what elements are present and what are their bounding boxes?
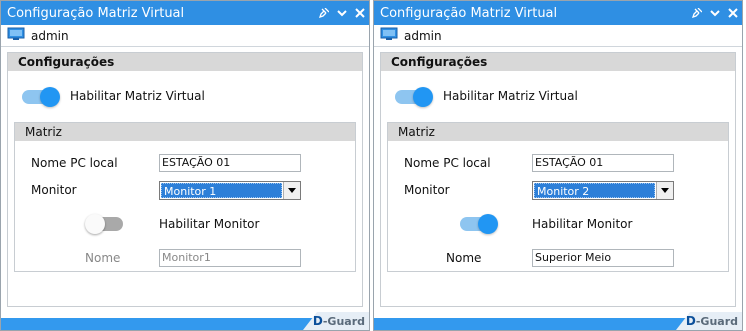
monitor-selected-value: Monitor 2 [534, 183, 655, 198]
chevron-down-icon[interactable] [706, 1, 724, 25]
monitor-label: Monitor [404, 183, 450, 197]
config-window-right: Configuração Matriz Virtual admin Config… [373, 0, 743, 331]
matriz-title: Matriz [15, 123, 355, 141]
close-icon[interactable] [724, 1, 742, 25]
pin-icon[interactable] [315, 1, 333, 25]
monitor-user-icon [380, 27, 398, 44]
enable-matrix-row: Habilitar Matriz Virtual [395, 87, 578, 107]
enable-matrix-label: Habilitar Matriz Virtual [70, 89, 205, 103]
window-title: Configuração Matriz Virtual [380, 5, 558, 21]
enable-monitor-label: Habilitar Monitor [159, 217, 260, 231]
monitor-label: Monitor [31, 183, 77, 197]
pc-name-input[interactable]: ESTAÇÃO 01 [532, 154, 674, 172]
window-title: Configuração Matriz Virtual [7, 5, 185, 21]
matriz-group: Matriz Nome PC local ESTAÇÃO 01 Monitor … [387, 122, 729, 272]
monitor-selected-value: Monitor 1 [161, 183, 282, 198]
settings-panel: Configurações Habilitar Matriz Virtual M… [7, 52, 363, 307]
footer: D -Guard [1, 312, 369, 330]
name-input: Monitor1 [159, 249, 301, 267]
pin-icon[interactable] [688, 1, 706, 25]
dguard-logo: D -Guard [303, 312, 369, 330]
name-label: Nome [85, 251, 121, 265]
logo-guard: -Guard [322, 314, 365, 328]
monitor-user-icon [7, 27, 25, 44]
pc-name-input[interactable]: ESTAÇÃO 01 [159, 154, 301, 172]
dropdown-arrow-icon[interactable] [283, 182, 300, 199]
user-bar: admin [1, 25, 369, 47]
pc-name-label: Nome PC local [404, 156, 491, 170]
window-titlebar: Configuração Matriz Virtual [1, 1, 369, 25]
monitor-select[interactable]: Monitor 1 [159, 181, 301, 200]
settings-panel: Configurações Habilitar Matriz Virtual M… [380, 52, 736, 307]
user-bar: admin [374, 25, 742, 47]
enable-monitor-label: Habilitar Monitor [532, 217, 633, 231]
dguard-logo: D -Guard [676, 312, 742, 330]
logo-d: D [685, 314, 696, 328]
enable-matrix-row: Habilitar Matriz Virtual [22, 87, 205, 107]
pc-name-label: Nome PC local [31, 156, 118, 170]
enable-matrix-toggle[interactable] [395, 87, 435, 107]
matriz-title: Matriz [388, 123, 728, 141]
logo-guard: -Guard [695, 314, 738, 328]
monitor-select[interactable]: Monitor 2 [532, 181, 674, 200]
section-title: Configurações [381, 53, 735, 71]
config-window-left: Configuração Matriz Virtual admin Config… [0, 0, 370, 331]
logo-d: D [312, 314, 323, 328]
name-label: Nome [446, 251, 482, 265]
name-input[interactable]: Superior Meio [532, 249, 674, 267]
footer: D -Guard [374, 312, 742, 330]
enable-monitor-toggle[interactable] [460, 214, 500, 234]
enable-matrix-label: Habilitar Matriz Virtual [443, 89, 578, 103]
window-titlebar: Configuração Matriz Virtual [374, 1, 742, 25]
close-icon[interactable] [351, 1, 369, 25]
matriz-group: Matriz Nome PC local ESTAÇÃO 01 Monitor … [14, 122, 356, 272]
enable-monitor-toggle[interactable] [85, 214, 127, 234]
enable-matrix-toggle[interactable] [22, 87, 62, 107]
chevron-down-icon[interactable] [333, 1, 351, 25]
section-title: Configurações [8, 53, 362, 71]
dropdown-arrow-icon[interactable] [656, 182, 673, 199]
user-name: admin [404, 28, 442, 43]
user-name: admin [31, 28, 69, 43]
